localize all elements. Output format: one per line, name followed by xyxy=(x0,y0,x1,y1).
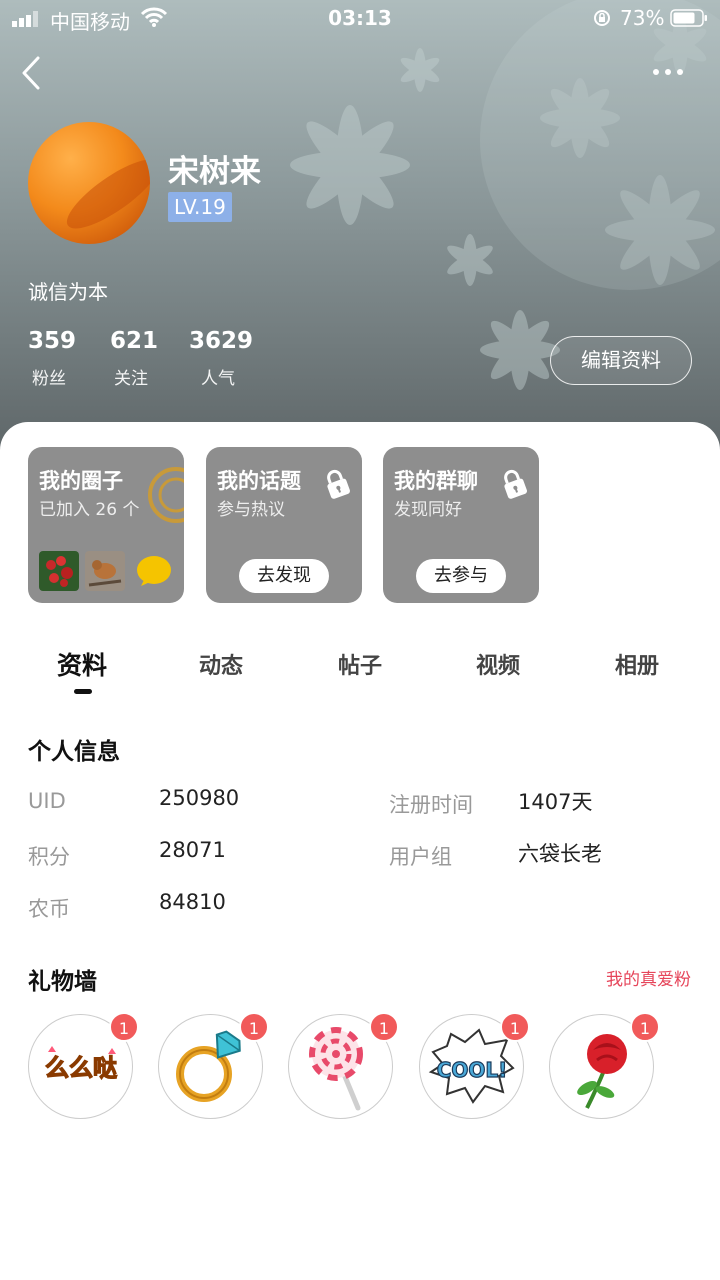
profile-header: 中国移动 03:13 73% 宋树来 LV.19 诚信为本 359 粉丝 621… xyxy=(0,0,720,450)
card-title: 我的话题 xyxy=(217,469,301,493)
stat-label: 关注 xyxy=(114,369,148,389)
my-topics-card[interactable]: 我的话题 参与热议 去发现 xyxy=(206,447,362,603)
stat-value: 359 xyxy=(28,328,77,354)
card-title: 我的群聊 xyxy=(394,469,478,493)
info-value-coins: 84810 xyxy=(159,890,226,914)
tab-album[interactable]: 相册 xyxy=(587,648,687,680)
info-value-user-group: 六袋长老 xyxy=(518,842,602,866)
gift-wall-title: 礼物墙 xyxy=(28,969,97,995)
circle-decoration-icon xyxy=(148,467,184,523)
avatar[interactable] xyxy=(28,122,150,244)
personal-info-title: 个人信息 xyxy=(28,739,120,765)
gift-ring[interactable]: 1 xyxy=(158,1012,269,1119)
stat-fans[interactable]: 359 粉丝 xyxy=(28,328,76,389)
stat-label: 粉丝 xyxy=(32,369,66,389)
my-circles-card[interactable]: 我的圈子 已加入 26 个 xyxy=(28,447,184,603)
gift-cool[interactable]: COOL! 1 xyxy=(419,1012,530,1119)
tab-activity[interactable]: 动态 xyxy=(171,648,271,680)
my-true-fans-link[interactable]: 我的真爱粉 xyxy=(560,965,691,990)
gift-text: 么么哒 xyxy=(45,1054,117,1082)
gift-count-badge: 1 xyxy=(369,1012,399,1042)
lock-icon xyxy=(504,469,527,499)
edit-profile-button[interactable]: 编辑资料 xyxy=(550,336,692,385)
stat-following[interactable]: 621 关注 xyxy=(110,328,158,389)
info-value-uid: 250980 xyxy=(159,786,240,810)
discover-button[interactable]: 去发现 xyxy=(239,559,329,593)
gift-text: COOL! xyxy=(437,1058,508,1082)
user-name: 宋树来 xyxy=(168,154,261,190)
gift-count-badge: 1 xyxy=(500,1012,530,1042)
tab-posts[interactable]: 帖子 xyxy=(310,648,410,680)
status-bar: 中国移动 03:13 73% xyxy=(0,0,720,38)
profile-tabs: 资料 动态 帖子 视频 相册 xyxy=(0,640,720,700)
user-signature: 诚信为本 xyxy=(28,280,108,304)
card-subtitle: 已加入 26 个 xyxy=(39,500,140,520)
info-label-user-group: 用户组 xyxy=(389,845,452,869)
circle-thumbnail-berries xyxy=(39,551,79,591)
gift-rose[interactable]: 1 xyxy=(549,1012,660,1119)
card-subtitle: 发现同好 xyxy=(394,500,462,520)
info-label-uid: UID xyxy=(28,789,66,813)
info-label-coins: 农币 xyxy=(28,897,70,921)
battery-icon xyxy=(670,9,707,27)
info-value-registration: 1407天 xyxy=(518,790,593,814)
more-options-button[interactable] xyxy=(648,60,688,84)
gift-count-badge: 1 xyxy=(630,1012,660,1042)
stat-value: 3629 xyxy=(189,328,254,354)
info-label-points: 积分 xyxy=(28,845,70,869)
gift-memeda[interactable]: 么么哒 1 xyxy=(28,1012,139,1119)
my-group-chats-card[interactable]: 我的群聊 发现同好 去参与 xyxy=(383,447,539,603)
tab-profile-info[interactable]: 资料 xyxy=(32,646,132,682)
battery-percent: 73% xyxy=(620,6,665,30)
card-subtitle: 参与热议 xyxy=(217,500,285,520)
active-tab-indicator xyxy=(74,689,92,694)
stat-value: 621 xyxy=(110,328,159,354)
info-label-registration: 注册时间 xyxy=(389,793,473,817)
stat-label: 人气 xyxy=(201,369,235,389)
card-title: 我的圈子 xyxy=(39,469,123,493)
rotation-lock-icon xyxy=(594,10,610,26)
lock-icon xyxy=(327,469,350,499)
gift-count-badge: 1 xyxy=(109,1012,139,1042)
gift-lollipop[interactable]: 1 xyxy=(288,1012,399,1119)
info-value-points: 28071 xyxy=(159,838,226,862)
join-button[interactable]: 去参与 xyxy=(416,559,506,593)
circle-thumbnail-bird xyxy=(85,551,125,591)
chat-bubble-icon xyxy=(137,556,171,586)
stat-popularity[interactable]: 3629 人气 xyxy=(189,328,253,389)
clock: 03:13 xyxy=(328,6,392,30)
tab-videos[interactable]: 视频 xyxy=(448,648,548,680)
level-badge: LV.19 xyxy=(168,192,232,222)
back-button[interactable] xyxy=(16,52,50,94)
gift-count-badge: 1 xyxy=(239,1012,269,1042)
